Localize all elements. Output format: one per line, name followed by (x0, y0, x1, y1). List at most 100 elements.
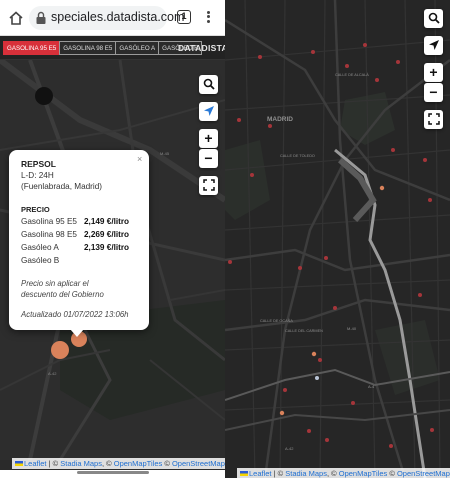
openmaptiles-link[interactable]: OpenMapTiles (114, 459, 163, 468)
home-icon[interactable] (8, 10, 24, 26)
price-row: Gasolina 95 E5 2,149 €/litro (21, 217, 145, 229)
station-marker[interactable] (396, 60, 400, 64)
attribution-sep: © (162, 459, 172, 468)
tab-gasoleo-a[interactable]: GASÓLEO A (115, 41, 160, 55)
attribution-sep: | © (271, 469, 286, 478)
station-marker[interactable] (51, 341, 69, 359)
map-attribution: Leaflet | © Stadia Maps, © OpenMapTiles … (12, 458, 225, 469)
fuel-tabs: GASOLINA 95 E5 GASOLINA 98 E5 GASÓLEO A … (3, 41, 203, 55)
menu-kebab-icon[interactable] (203, 9, 213, 27)
browser-toolbar: speciales.datadista.com 1 (0, 0, 225, 36)
locate-button[interactable] (424, 36, 443, 55)
fuel-name: Gasóleo A (21, 243, 59, 252)
flag-icon (240, 471, 248, 476)
street-label: CALLE DE ALCALÁ (335, 73, 369, 77)
station-marker[interactable] (428, 198, 432, 202)
road-label: A-42 (285, 446, 294, 451)
fullscreen-button[interactable] (424, 110, 443, 129)
station-marker[interactable] (418, 293, 422, 297)
search-button[interactable] (199, 75, 218, 94)
station-marker[interactable] (307, 429, 311, 433)
price-header: PRECIO (21, 205, 50, 214)
fuel-name: Gasolina 98 E5 (21, 230, 77, 239)
right-map-screen: MADRID CALLE DE ALCALÁ CALLE DE TOLEDO C… (225, 0, 450, 478)
fuel-price: 2,139 €/litro (84, 243, 130, 252)
station-location: (Fuenlabrada, Madrid) (21, 182, 103, 191)
station-marker[interactable] (423, 158, 427, 162)
search-icon (203, 78, 215, 90)
station-marker[interactable] (311, 351, 317, 357)
stadia-link[interactable]: Stadia Maps (60, 459, 102, 468)
street-label: CALLE DE TOLEDO (280, 154, 315, 158)
station-marker[interactable] (279, 410, 285, 416)
map-attribution: Leaflet | © Stadia Maps, © OpenMapTiles … (237, 468, 450, 478)
station-marker[interactable] (318, 358, 322, 362)
url-text: speciales.datadista.com (51, 10, 185, 24)
street-label: CALLE DEL CARMEN (285, 329, 323, 333)
station-marker[interactable] (283, 388, 287, 392)
price-row: Gasóleo A 2,139 €/litro (21, 243, 145, 255)
map-road-label: A-42 (48, 371, 57, 376)
left-phone-screen: speciales.datadista.com 1 GASOLINA 95 E5… (0, 0, 225, 478)
openmaptiles-link[interactable]: OpenMapTiles (339, 469, 388, 478)
station-marker[interactable] (375, 78, 379, 82)
search-icon (428, 12, 440, 24)
street-label: CALLE DE OCAÑA (260, 318, 293, 323)
station-hours: L-D: 24H (21, 171, 54, 180)
gesture-handle[interactable] (77, 471, 149, 474)
fuel-price: 2,149 €/litro (84, 217, 130, 226)
station-marker[interactable] (315, 376, 319, 380)
station-marker[interactable] (250, 173, 254, 177)
fuel-selector-bar: GASOLINA 95 E5 GASOLINA 98 E5 GASÓLEO A … (0, 36, 225, 60)
station-marker[interactable] (325, 438, 329, 442)
openstreetmap-link[interactable]: OpenStreetMap (397, 469, 450, 478)
popup-tip (70, 329, 84, 337)
station-marker[interactable] (363, 43, 367, 47)
station-marker[interactable] (391, 148, 395, 152)
attribution-sep: , © (326, 469, 339, 478)
price-row: Gasolina 98 E5 2,269 €/litro (21, 230, 145, 242)
attribution-sep: | © (46, 459, 61, 468)
zoom-in-button[interactable]: + (199, 129, 218, 148)
fullscreen-icon (427, 113, 440, 125)
search-button[interactable] (424, 9, 443, 28)
station-marker[interactable] (324, 256, 328, 260)
station-marker[interactable] (228, 260, 232, 264)
stadia-link[interactable]: Stadia Maps (285, 469, 327, 478)
tab-gasolina-95[interactable]: GASOLINA 95 E5 (3, 41, 61, 55)
station-marker[interactable] (258, 55, 262, 59)
zoom-out-button[interactable]: − (424, 83, 443, 102)
station-marker[interactable] (268, 124, 272, 128)
station-marker[interactable] (333, 306, 337, 310)
fuel-name: Gasolina 95 E5 (21, 217, 77, 226)
station-marker[interactable] (311, 50, 315, 54)
station-marker[interactable] (298, 266, 302, 270)
map-road-label: M-45 (160, 151, 170, 156)
station-marker[interactable] (430, 428, 434, 432)
zoom-in-button[interactable]: + (424, 63, 443, 82)
openstreetmap-link[interactable]: OpenStreetMap (172, 459, 225, 468)
flag-icon (15, 461, 23, 466)
station-popup: × REPSOL L-D: 24H (Fuenlabrada, Madrid) … (9, 150, 149, 330)
fullscreen-icon (202, 179, 215, 191)
leaflet-link[interactable]: Leaflet (24, 459, 47, 468)
locate-arrow-icon (203, 106, 214, 116)
fullscreen-button[interactable] (199, 176, 218, 195)
station-marker[interactable] (389, 444, 393, 448)
leaflet-link[interactable]: Leaflet (249, 469, 272, 478)
city-label: MADRID (267, 116, 293, 123)
tab-gasolina-98[interactable]: GASOLINA 98 E5 (59, 41, 117, 55)
popup-close-button[interactable]: × (137, 154, 142, 164)
right-map[interactable]: MADRID CALLE DE ALCALÁ CALLE DE TOLEDO C… (225, 0, 450, 478)
price-row: Gasóleo B (21, 256, 145, 268)
station-marker[interactable] (345, 64, 349, 68)
address-bar[interactable]: speciales.datadista.com (29, 6, 184, 30)
locate-button[interactable] (199, 102, 218, 121)
app-root: speciales.datadista.com 1 GASOLINA 95 E5… (0, 0, 450, 478)
station-marker[interactable] (351, 401, 355, 405)
station-marker[interactable] (379, 185, 385, 191)
discount-note-cont: descuento del Gobierno (21, 290, 104, 299)
tab-count-button[interactable]: 1 (177, 10, 191, 24)
station-marker[interactable] (237, 118, 241, 122)
zoom-out-button[interactable]: − (199, 149, 218, 168)
